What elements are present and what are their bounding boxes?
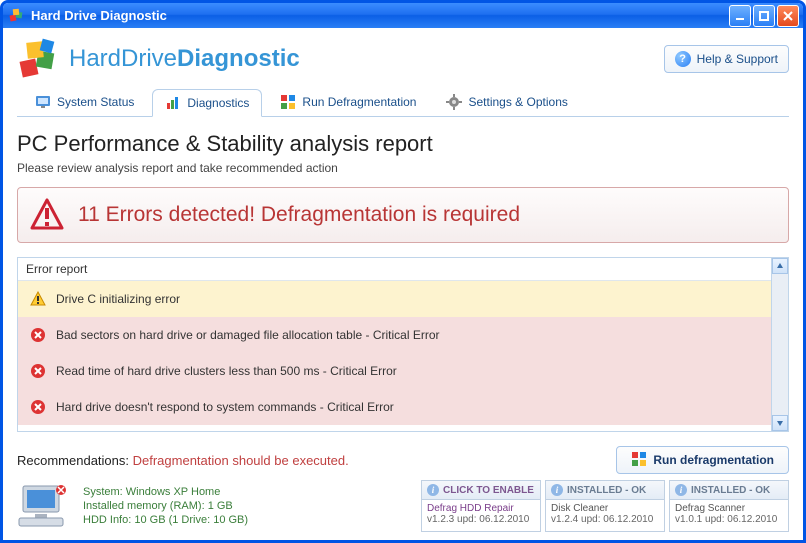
info-icon: i — [675, 484, 687, 496]
recommendations-value: Defragmentation should be executed. — [133, 453, 349, 468]
help-support-button[interactable]: ? Help & Support — [664, 45, 789, 73]
close-button[interactable] — [777, 5, 799, 27]
recommendations-row: Recommendations: Defragmentation should … — [17, 446, 789, 474]
error-caption: Error report — [18, 258, 771, 281]
error-row: Bad sectors on hard drive or damaged fil… — [18, 317, 771, 353]
brand-logo — [17, 38, 59, 80]
module-status: i INSTALLED - OK — [546, 481, 664, 500]
titlebar[interactable]: Hard Drive Diagnostic — [3, 3, 803, 28]
module-name: Defrag Scanner — [675, 503, 783, 514]
bottom-row: System: Windows XP Home Installed memory… — [17, 480, 789, 532]
run-defragmentation-button[interactable]: Run defragmentation — [616, 446, 789, 474]
recommendations-label: Recommendations: — [17, 453, 133, 468]
scroll-down-button[interactable] — [772, 415, 788, 431]
error-text: Drive C initializing error — [56, 292, 180, 306]
report-subtitle: Please review analysis report and take r… — [17, 161, 789, 175]
module-tile-defrag-scanner[interactable]: i INSTALLED - OK Defrag Scanner v1.0.1 u… — [669, 480, 789, 532]
tab-run-defragmentation[interactable]: Run Defragmentation — [268, 88, 428, 116]
scroll-up-button[interactable] — [772, 258, 788, 274]
sysinfo-line: System: Windows XP Home — [83, 485, 248, 499]
button-label: Run defragmentation — [653, 453, 774, 467]
tab-diagnostics[interactable]: Diagnostics — [152, 89, 262, 117]
info-icon: i — [551, 484, 563, 496]
header: HardDriveDiagnostic ? Help & Support — [17, 38, 789, 80]
error-icon — [30, 363, 46, 379]
info-icon: i — [427, 484, 439, 496]
module-name: Disk Cleaner — [551, 503, 659, 514]
content: HardDriveDiagnostic ? Help & Support Sys… — [3, 28, 803, 540]
module-status: i CLICK TO ENABLE — [422, 481, 540, 500]
module-status-label: INSTALLED - OK — [691, 485, 770, 496]
module-version: v1.2.4 upd: 06.12.2010 — [551, 514, 659, 525]
maximize-button[interactable] — [753, 5, 775, 27]
tab-system-status[interactable]: System Status — [23, 88, 146, 116]
error-row: Hard drive doesn't respond to system com… — [18, 389, 771, 425]
tab-label: System Status — [57, 95, 134, 109]
alert-banner: 11 Errors detected! Defragmentation is r… — [17, 187, 789, 243]
module-status: i INSTALLED - OK — [670, 481, 788, 500]
error-icon — [30, 327, 46, 343]
help-icon: ? — [675, 51, 691, 67]
brand-text: HardDriveDiagnostic — [69, 45, 300, 73]
window-controls — [729, 5, 799, 27]
module-tile-disk-cleaner[interactable]: i INSTALLED - OK Disk Cleaner v1.2.4 upd… — [545, 480, 665, 532]
recommendations-text: Recommendations: Defragmentation should … — [17, 453, 349, 468]
error-row: Read time of hard drive clusters less th… — [18, 353, 771, 389]
help-label: Help & Support — [697, 52, 778, 66]
error-text: Hard drive doesn't respond to system com… — [56, 400, 394, 414]
report-heading: PC Performance & Stability analysis repo… — [17, 131, 789, 157]
module-tile-defrag-hdd-repair[interactable]: i CLICK TO ENABLE Defrag HDD Repair v1.2… — [421, 480, 541, 532]
minimize-button[interactable] — [729, 5, 751, 27]
error-text: Bad sectors on hard drive or damaged fil… — [56, 328, 440, 342]
error-icon — [30, 399, 46, 415]
error-list: Error report Drive C initializing error … — [18, 258, 771, 431]
monitor-icon — [35, 94, 51, 110]
app-icon — [9, 8, 25, 24]
tab-settings[interactable]: Settings & Options — [434, 88, 579, 116]
module-status-label: CLICK TO ENABLE — [443, 485, 534, 496]
app-window: Hard Drive Diagnostic HardDriveDiagnosti… — [0, 0, 806, 543]
module-version: v1.0.1 upd: 06.12.2010 — [675, 514, 783, 525]
sysinfo-line: Installed memory (RAM): 1 GB — [83, 499, 248, 513]
defrag-icon — [280, 94, 296, 110]
tabbar: System Status Diagnostics Run Defragment… — [17, 88, 789, 117]
module-body: Disk Cleaner v1.2.4 upd: 06.12.2010 — [546, 500, 664, 528]
scrollbar[interactable] — [771, 258, 788, 431]
error-text: Read time of hard drive clusters less th… — [56, 364, 397, 378]
computer-icon — [17, 484, 73, 528]
tab-label: Diagnostics — [187, 96, 249, 110]
chart-icon — [165, 95, 181, 111]
sysinfo: System: Windows XP Home Installed memory… — [17, 480, 417, 532]
module-body: Defrag Scanner v1.0.1 upd: 06.12.2010 — [670, 500, 788, 528]
warning-icon — [30, 291, 46, 307]
window-title: Hard Drive Diagnostic — [31, 8, 167, 23]
sysinfo-line: HDD Info: 10 GB (1 Drive: 10 GB) — [83, 513, 248, 527]
module-status-label: INSTALLED - OK — [567, 485, 646, 496]
module-name: Defrag HDD Repair — [427, 503, 535, 514]
defrag-icon — [631, 451, 647, 470]
module-body: Defrag HDD Repair v1.2.3 upd: 06.12.2010 — [422, 500, 540, 528]
alert-text: 11 Errors detected! Defragmentation is r… — [78, 203, 520, 227]
brand-part2: Diagnostic — [177, 45, 300, 72]
warning-triangle-icon — [30, 198, 64, 232]
sysinfo-text: System: Windows XP Home Installed memory… — [83, 485, 248, 527]
module-version: v1.2.3 upd: 06.12.2010 — [427, 514, 535, 525]
brand-part1: HardDrive — [69, 45, 177, 72]
tab-label: Settings & Options — [468, 95, 567, 109]
gear-icon — [446, 94, 462, 110]
error-row: Drive C initializing error — [18, 281, 771, 317]
tab-label: Run Defragmentation — [302, 95, 416, 109]
error-report-panel: Error report Drive C initializing error … — [17, 257, 789, 432]
brand: HardDriveDiagnostic — [17, 38, 300, 80]
